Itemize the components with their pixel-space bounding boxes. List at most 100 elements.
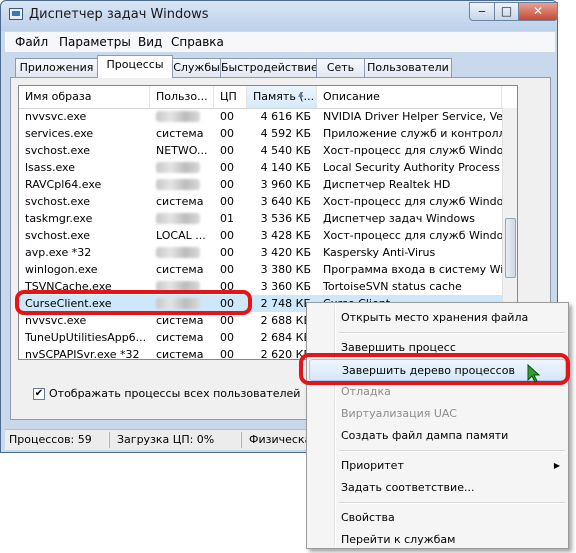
cell-desc: Программа входа в систему Wind <box>323 263 502 276</box>
cell-desc: NVIDIA Driver Helper Service, Versio <box>323 110 502 123</box>
column-memory-label: Память (... <box>253 90 315 103</box>
minimize-button[interactable]: ‒ <box>469 2 495 21</box>
cell-user <box>150 108 214 125</box>
cell-name: nvSCPAPISvr.exe *32 <box>25 348 140 360</box>
context-menu: Открыть место хранения файла Завершить пр… <box>306 302 569 549</box>
cell-cpu: 00 <box>220 161 234 174</box>
menu-help[interactable]: Справка <box>171 35 224 49</box>
cell-cpu: 00 <box>220 263 234 276</box>
cell-cpu: 00 <box>220 127 234 140</box>
cell-mem: 3 640 КБ <box>260 195 311 208</box>
context-menu-item-label: Виртуализация UAC <box>341 407 457 420</box>
table-row[interactable]: winlogon.exe система 00 3 380 КБ Программа в… <box>19 261 502 278</box>
context-menu-separator <box>339 332 565 334</box>
context-menu-item-label: Отладка <box>341 385 391 398</box>
sort-ascending-icon: ▲ <box>298 90 304 98</box>
table-row[interactable]: services.exe система 00 4 592 КБ Приложение … <box>19 125 502 142</box>
context-menu-item[interactable]: Задать соответствие... <box>309 477 566 499</box>
cell-mem: 4 592 КБ <box>260 127 311 140</box>
context-menu-item: Виртуализация UAC <box>309 403 566 425</box>
cell-name: winlogon.exe <box>25 263 98 276</box>
column-image-name[interactable]: Имя образа <box>19 86 150 108</box>
cell-cpu: 00 <box>220 229 234 242</box>
cell-desc: Хост-процесс для служб Windows <box>323 195 502 208</box>
show-all-users-checkbox[interactable]: ✔ <box>33 388 45 400</box>
cell-cpu: 00 <box>220 144 234 157</box>
cell-cpu: 00 <box>220 246 234 259</box>
context-menu-item[interactable]: Свойства <box>309 507 566 529</box>
redacted-username <box>156 162 200 173</box>
tab-strip: Приложения Процессы Службы Быстродействи… <box>13 55 553 78</box>
cell-desc: Хост-процесс для служб Windows <box>323 229 502 242</box>
cell-desc: Хост-процесс для служб Windows <box>323 144 502 157</box>
table-row[interactable]: nvvsvc.exe 00 4 616 КБ NVIDIA Driver Helper… <box>19 108 502 125</box>
tab-processes[interactable]: Процессы <box>97 55 173 78</box>
table-row[interactable]: avp.exe *32 00 3 420 КБ Kaspersky Anti-Viru… <box>19 244 502 261</box>
column-user[interactable]: Пользо... <box>150 86 214 108</box>
list-header: Имя образа Пользо... ЦП ▲ Память (... Оп… <box>19 86 517 109</box>
window-title: Диспетчер задач Windows <box>29 7 209 22</box>
cell-user: LOCAL ... <box>156 229 206 242</box>
table-row[interactable]: taskmgr.exe 01 3 536 КБ Диспетчер задач Win… <box>19 210 502 227</box>
redacted-username <box>156 213 200 224</box>
cell-cpu: 00 <box>220 348 234 360</box>
status-cpu-usage: Загрузка ЦП: 0% <box>117 433 215 446</box>
cell-user: система <box>156 348 204 360</box>
tab-users[interactable]: Пользователи <box>364 58 452 77</box>
cell-user: NETWO... <box>156 144 208 157</box>
cell-mem: 3 536 КБ <box>260 212 311 225</box>
context-menu-item[interactable]: Перейти к службам <box>309 529 566 551</box>
cell-name: TuneUpUtilitiesApp6... <box>25 331 147 344</box>
context-menu-separator <box>339 450 565 452</box>
scrollbar-thumb[interactable] <box>505 218 516 278</box>
table-row[interactable]: RAVCpl64.exe 00 3 960 КБ Диспетчер Realtek … <box>19 176 502 193</box>
column-memory[interactable]: ▲ Память (... <box>247 86 317 108</box>
cell-mem: 3 380 КБ <box>260 263 311 276</box>
column-description[interactable]: Описание <box>317 86 502 108</box>
cell-desc: Диспетчер задач Windows <box>323 212 475 225</box>
cell-mem: 3 360 КБ <box>260 280 311 293</box>
context-menu-item-label: Приоритет <box>341 459 404 472</box>
table-row[interactable]: lsass.exe 00 4 140 КБ Local Security Author… <box>19 159 502 176</box>
cell-user: система <box>156 331 204 344</box>
cell-cpu: 01 <box>220 212 234 225</box>
cell-user: система <box>156 127 204 140</box>
cell-mem: 3 420 КБ <box>260 246 311 259</box>
status-process-count: Процессов: 59 <box>9 433 92 446</box>
cell-name: taskmgr.exe <box>25 212 93 225</box>
cell-name: svchost.exe <box>25 195 91 208</box>
table-row[interactable]: svchost.exe система 00 3 640 КБ Хост-процесс… <box>19 193 502 210</box>
context-menu-separator <box>339 502 565 504</box>
close-button[interactable]: ✕ <box>518 2 558 21</box>
table-row[interactable]: svchost.exe LOCAL ... 00 3 428 КБ Хост-проце… <box>19 227 502 244</box>
context-menu-item-label: Перейти к службам <box>341 533 456 546</box>
cell-user <box>150 210 214 227</box>
cell-mem: 3 428 КБ <box>260 229 311 242</box>
table-row[interactable]: svchost.exe NETWO... 00 4 540 КБ Хост-процес… <box>19 142 502 159</box>
tab-network[interactable]: Сеть <box>316 58 365 77</box>
tab-applications[interactable]: Приложения <box>15 58 98 77</box>
menu-view[interactable]: Вид <box>138 35 162 49</box>
cell-desc: Диспетчер Realtek HD <box>323 178 451 191</box>
mouse-cursor-icon <box>527 364 541 383</box>
cell-mem: 4 140 КБ <box>260 161 311 174</box>
title-bar[interactable]: Диспетчер задач Windows ‒ □ ✕ <box>1 1 558 31</box>
show-all-users-label: Отображать процессы всех пользователей <box>49 387 301 400</box>
tab-services[interactable]: Службы <box>172 58 221 77</box>
maximize-button[interactable]: □ <box>494 2 519 21</box>
context-menu-item[interactable]: Создать файл дампа памяти <box>309 425 566 447</box>
menu-file[interactable]: Файл <box>15 35 48 49</box>
context-menu-item[interactable]: Открыть место хранения файла <box>309 307 566 329</box>
cell-user <box>150 159 214 176</box>
cell-user: система <box>156 263 204 276</box>
column-cpu[interactable]: ЦП <box>214 86 247 108</box>
cell-cpu: 00 <box>220 178 234 191</box>
cell-desc: Приложение служб и контроллер <box>323 127 502 140</box>
redacted-username <box>156 247 200 258</box>
context-menu-item-label: Свойства <box>341 511 395 524</box>
context-menu-item[interactable]: Приоритет ▶ <box>309 455 566 477</box>
tab-performance[interactable]: Быстродействие <box>220 58 318 77</box>
cell-name: services.exe <box>25 127 94 140</box>
redacted-username <box>156 111 200 122</box>
menu-options[interactable]: Параметры <box>59 35 131 49</box>
